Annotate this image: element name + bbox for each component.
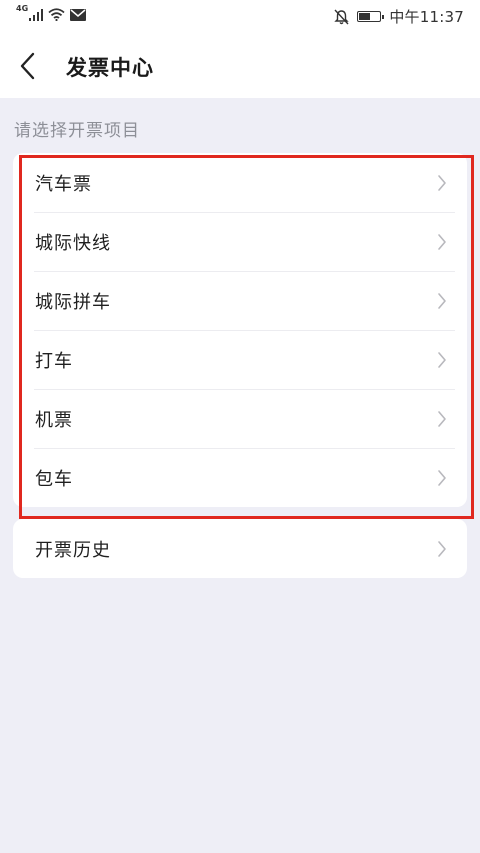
- chevron-right-icon: [438, 233, 446, 250]
- top-area: 4G 中午11:37 发票中心: [0, 0, 480, 98]
- chevron-right-icon: [438, 292, 446, 309]
- chevron-right-icon: [438, 540, 446, 557]
- invoice-item-label: 打车: [35, 350, 73, 372]
- status-left: 4G: [16, 4, 87, 21]
- invoice-item-label: 机票: [35, 409, 73, 431]
- bell-muted-icon: [334, 9, 350, 24]
- wifi-icon: [48, 8, 65, 21]
- chevron-right-icon: [438, 351, 446, 368]
- invoice-item-intercity-carpool[interactable]: 城际拼车: [13, 271, 467, 330]
- invoice-item-taxi[interactable]: 打车: [13, 330, 467, 389]
- status-bar: 4G 中午11:37: [0, 0, 480, 34]
- chevron-right-icon: [438, 410, 446, 427]
- chevron-right-icon: [438, 174, 446, 191]
- invoice-items-card: 汽车票 城际快线 城际拼车 打车 机票 包车: [13, 153, 467, 507]
- signal-icon: [29, 8, 44, 21]
- section-label: 请选择开票项目: [14, 121, 140, 141]
- mail-icon: [70, 8, 87, 21]
- invoice-item-label: 城际快线: [35, 232, 111, 254]
- page-title: 发票中心: [66, 56, 154, 80]
- invoice-item-label: 包车: [35, 468, 73, 490]
- chevron-left-icon: [20, 52, 35, 80]
- invoice-item-label: 汽车票: [35, 173, 92, 195]
- invoice-history-card: 开票历史: [13, 519, 467, 578]
- nav-bar: 发票中心: [0, 34, 480, 98]
- invoice-history-label: 开票历史: [35, 539, 111, 561]
- invoice-item-charter[interactable]: 包车: [13, 448, 467, 507]
- chevron-right-icon: [438, 469, 446, 486]
- network-type-label: 4G: [16, 4, 29, 13]
- invoice-item-label: 城际拼车: [35, 291, 111, 313]
- invoice-item-bus-ticket[interactable]: 汽车票: [13, 153, 467, 212]
- status-time: 中午11:37: [389, 8, 464, 26]
- battery-icon: [357, 11, 385, 22]
- back-button[interactable]: [14, 48, 44, 84]
- invoice-history-item[interactable]: 开票历史: [13, 519, 467, 578]
- invoice-item-flight[interactable]: 机票: [13, 389, 467, 448]
- status-right: 中午11:37: [334, 6, 464, 27]
- invoice-item-intercity-express[interactable]: 城际快线: [13, 212, 467, 271]
- battery-level: [359, 13, 371, 20]
